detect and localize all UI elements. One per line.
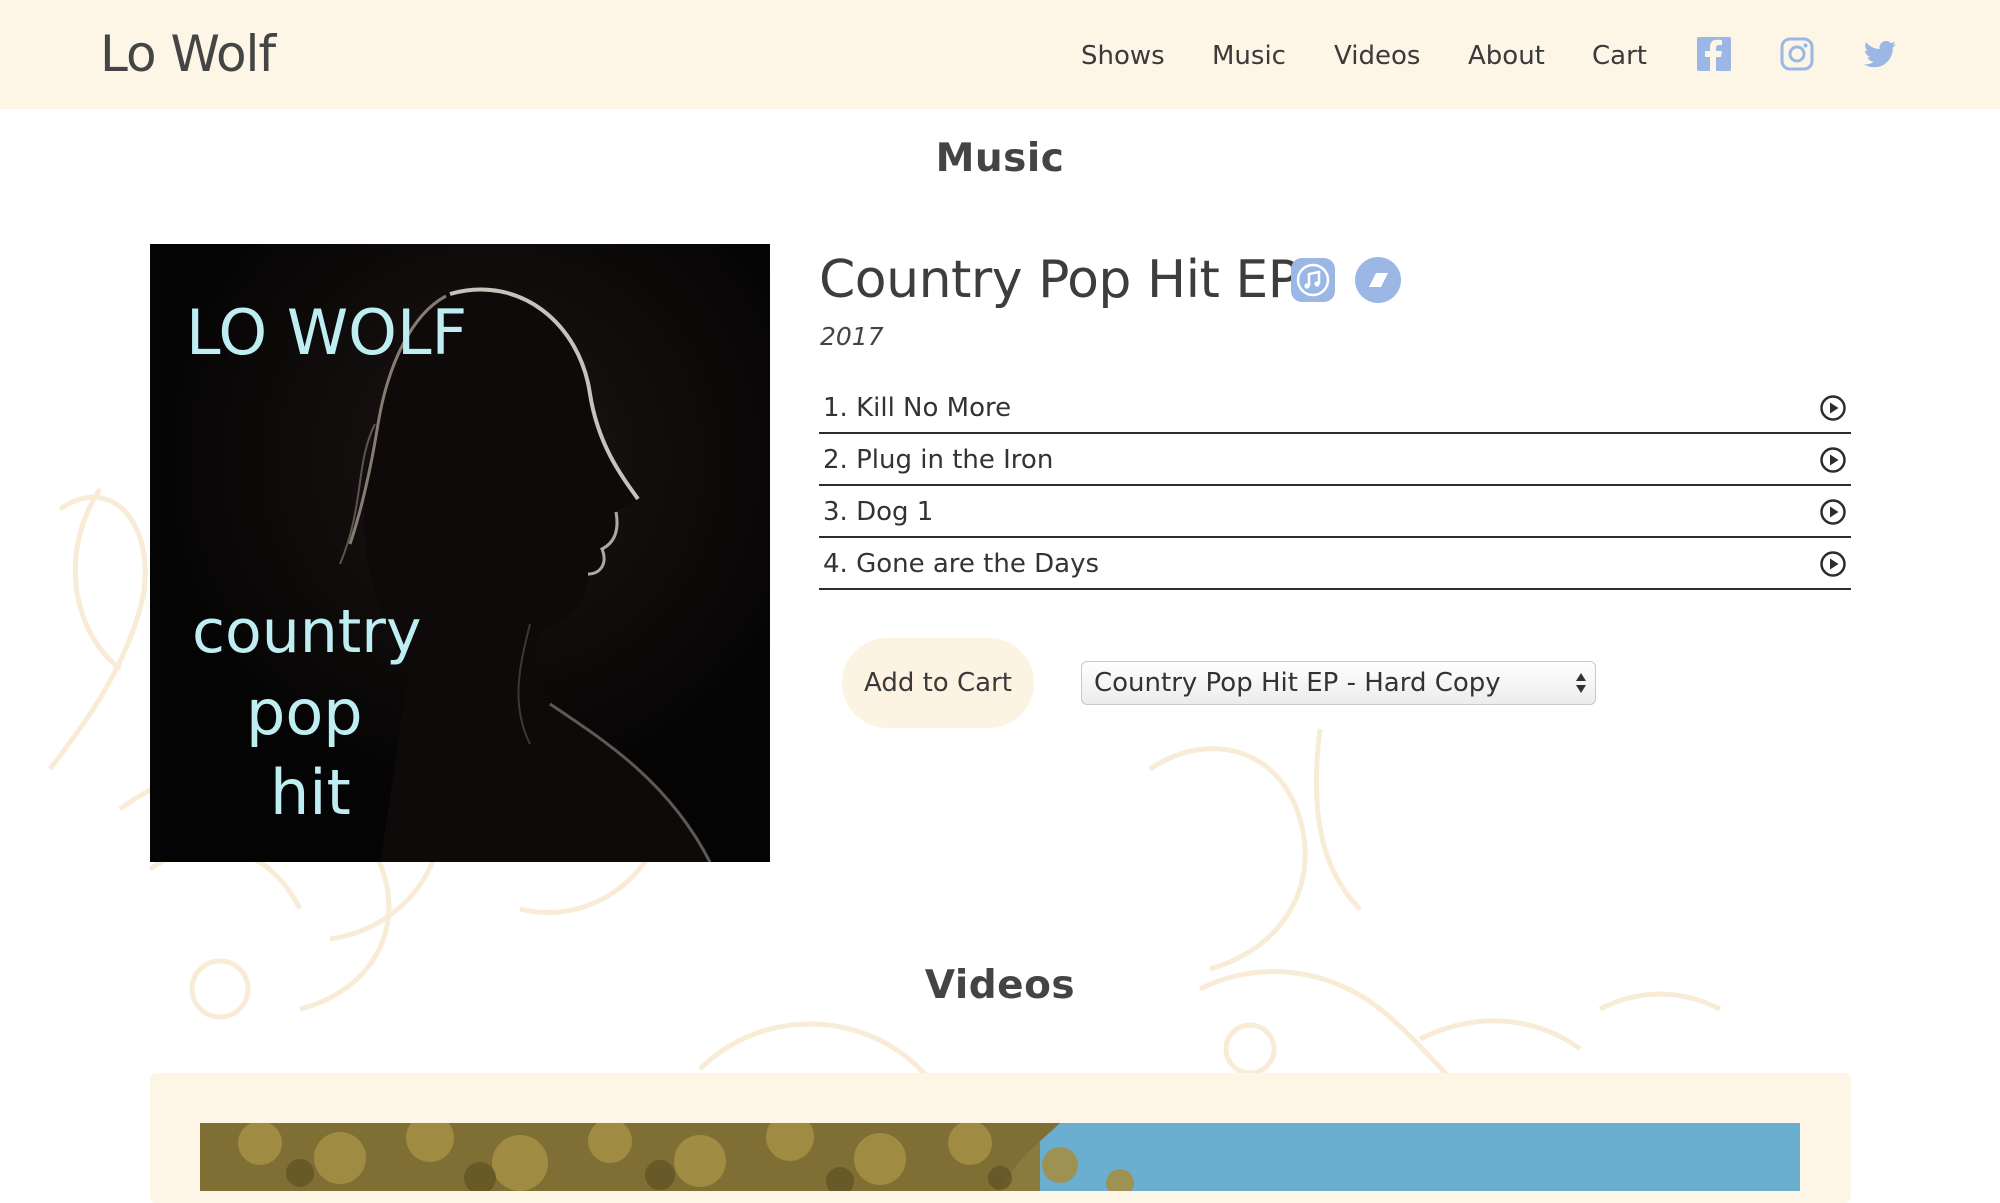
twitter-icon[interactable] [1862,36,1898,72]
cover-line1-text: country [192,597,421,667]
site-logo[interactable]: Lo Wolf [100,24,276,84]
track-row[interactable]: 1. Kill No More [819,382,1851,434]
album-cover[interactable]: LO WOLF country pop hit [150,244,770,862]
album-year: 2017 [820,322,884,351]
cover-line3-text: hit [270,756,351,829]
video-thumbnail[interactable] [200,1123,1800,1191]
track-row[interactable]: 3. Dog 1 [819,486,1851,538]
facebook-icon[interactable] [1696,36,1732,72]
nav-videos[interactable]: Videos [1334,38,1420,74]
nav-music[interactable]: Music [1212,38,1286,74]
product-select-value: Country Pop Hit EP - Hard Copy [1094,668,1501,698]
videos-section-title: Videos [924,963,1076,1008]
play-icon[interactable] [1819,394,1847,422]
cover-line2-text: pop [246,676,363,749]
itunes-icon[interactable] [1290,257,1336,303]
album-title: Country Pop Hit EP [819,250,1299,310]
product-select[interactable]: Country Pop Hit EP - Hard Copy [1081,661,1596,705]
play-icon[interactable] [1819,498,1847,526]
nav-about[interactable]: About [1468,38,1545,74]
music-section-title: Music [935,136,1065,181]
site-header: Lo Wolf Shows Music Videos About Cart [0,0,2000,109]
track-row[interactable]: 4. Gone are the Days [819,538,1851,590]
track-row[interactable]: 2. Plug in the Iron [819,434,1851,486]
add-to-cart-button[interactable]: Add to Cart [842,638,1034,728]
track-title: 2. Plug in the Iron [823,445,1054,475]
instagram-icon[interactable] [1779,36,1815,72]
track-title: 1. Kill No More [823,393,1012,423]
nav-cart[interactable]: Cart [1592,38,1647,74]
cover-artist-text: LO WOLF [186,296,467,369]
bandcamp-icon[interactable] [1355,257,1401,303]
select-arrows-icon [1575,671,1587,695]
track-title: 3. Dog 1 [823,497,934,527]
track-list: 1. Kill No More 2. Plug in the Iron 3. D… [819,382,1851,590]
track-title: 4. Gone are the Days [823,549,1099,579]
nav-shows[interactable]: Shows [1081,38,1165,74]
play-icon[interactable] [1819,550,1847,578]
play-icon[interactable] [1819,446,1847,474]
